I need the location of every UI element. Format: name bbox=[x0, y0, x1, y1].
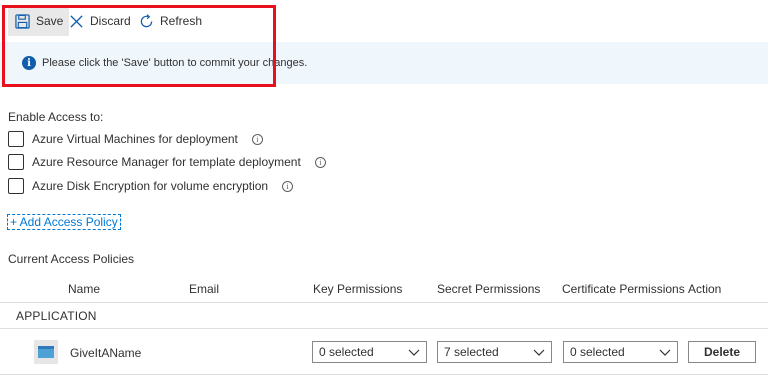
command-bar: Save Discard Refresh bbox=[0, 0, 768, 42]
info-tooltip-icon[interactable]: i bbox=[251, 133, 263, 145]
chevron-down-icon bbox=[533, 346, 545, 358]
discard-button[interactable]: Discard bbox=[68, 10, 131, 32]
column-header-key-permissions: Key Permissions bbox=[313, 282, 403, 296]
checkbox-disk-encryption[interactable]: Azure Disk Encryption for volume encrypt… bbox=[8, 177, 294, 195]
checkbox[interactable] bbox=[8, 131, 24, 147]
policy-name: GiveItAName bbox=[70, 346, 142, 360]
column-header-email: Email bbox=[189, 282, 220, 296]
checkbox-virtual-machines[interactable]: Azure Virtual Machines for deployment i bbox=[8, 130, 263, 148]
checkbox[interactable] bbox=[8, 154, 24, 170]
dropdown-value: 7 selected bbox=[444, 345, 499, 359]
dropdown-value: 0 selected bbox=[319, 345, 374, 359]
checkbox-label: Azure Disk Encryption for volume encrypt… bbox=[32, 179, 269, 193]
refresh-button[interactable]: Refresh bbox=[138, 10, 202, 32]
current-policies-heading: Current Access Policies bbox=[8, 252, 135, 266]
column-header-action: Action bbox=[688, 282, 722, 296]
discard-label: Discard bbox=[90, 14, 131, 28]
close-icon bbox=[68, 13, 84, 29]
info-tooltip-icon[interactable]: i bbox=[314, 156, 326, 168]
dropdown-value: 0 selected bbox=[570, 345, 625, 359]
certificate-permissions-dropdown[interactable]: 0 selected bbox=[563, 341, 678, 363]
save-button[interactable]: Save bbox=[8, 6, 70, 36]
divider bbox=[0, 374, 768, 375]
secret-permissions-dropdown[interactable]: 7 selected bbox=[437, 341, 552, 363]
checkbox-label: Azure Resource Manager for template depl… bbox=[32, 155, 301, 169]
group-label-application: APPLICATION bbox=[16, 309, 97, 323]
divider bbox=[0, 302, 768, 303]
checkbox-label: Azure Virtual Machines for deployment bbox=[32, 132, 238, 146]
refresh-icon bbox=[138, 13, 154, 29]
application-icon bbox=[34, 340, 58, 364]
delete-button[interactable]: Delete bbox=[688, 341, 756, 363]
info-message: Please click the 'Save' button to commit… bbox=[42, 57, 308, 69]
checkbox-resource-manager[interactable]: Azure Resource Manager for template depl… bbox=[8, 153, 326, 171]
chevron-down-icon bbox=[659, 346, 671, 358]
chevron-down-icon bbox=[408, 346, 420, 358]
info-icon: i bbox=[22, 56, 36, 70]
add-access-policy-link[interactable]: + Add Access Policy bbox=[7, 214, 121, 230]
divider bbox=[0, 328, 768, 329]
info-banner: i Please click the 'Save' button to comm… bbox=[0, 42, 768, 84]
enable-access-heading: Enable Access to: bbox=[8, 110, 104, 124]
save-label: Save bbox=[36, 14, 64, 28]
checkbox[interactable] bbox=[8, 178, 24, 194]
key-permissions-dropdown[interactable]: 0 selected bbox=[312, 341, 427, 363]
column-header-name: Name bbox=[68, 282, 101, 296]
refresh-label: Refresh bbox=[160, 14, 203, 28]
column-header-certificate-permissions: Certificate Permissions bbox=[562, 282, 685, 296]
save-icon bbox=[14, 13, 30, 29]
column-header-secret-permissions: Secret Permissions bbox=[437, 282, 541, 296]
info-tooltip-icon[interactable]: i bbox=[282, 180, 294, 192]
